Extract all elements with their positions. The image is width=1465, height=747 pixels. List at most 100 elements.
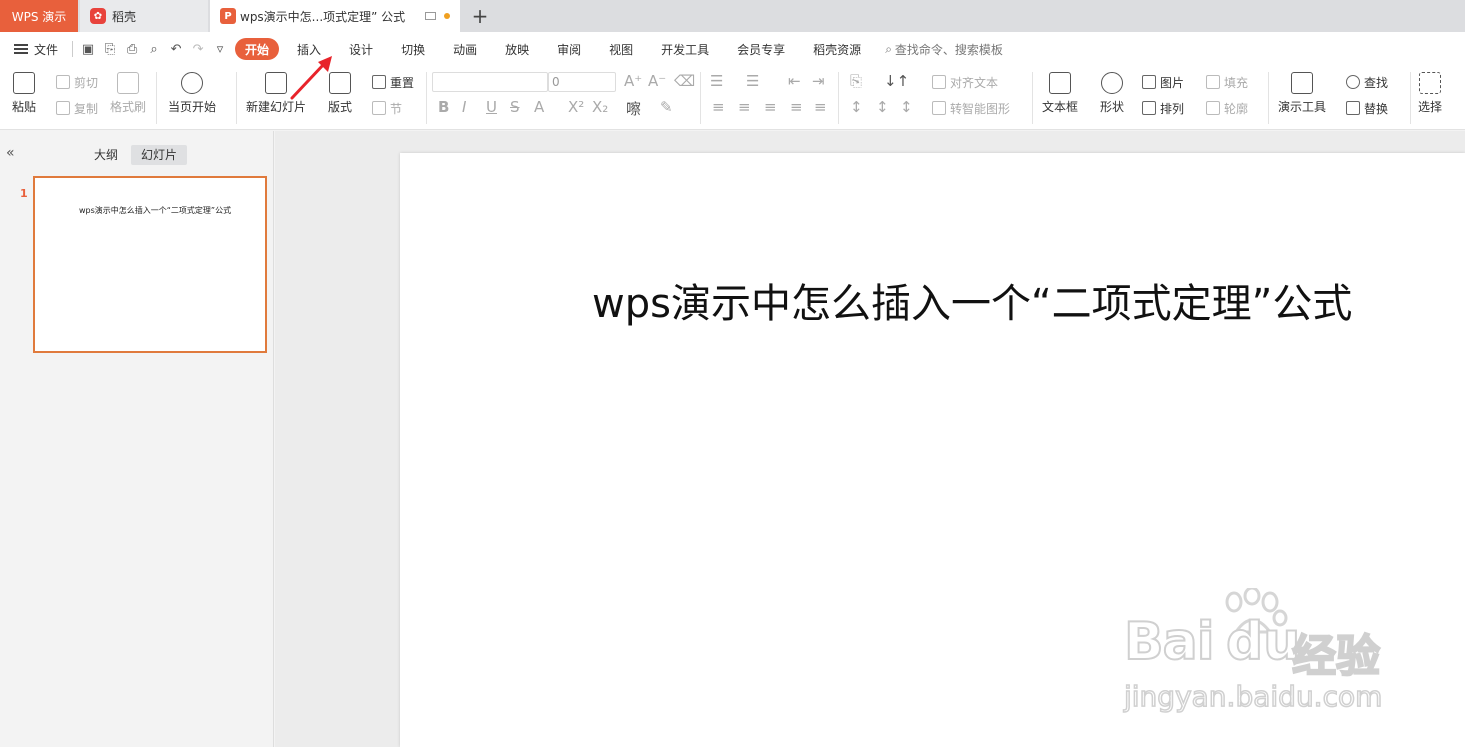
layout-button[interactable]: 版式	[328, 72, 352, 115]
tab-wps-app-label: WPS 演示	[11, 9, 67, 24]
find-button[interactable]: 查找	[1346, 72, 1388, 92]
format-painter-button[interactable]: 格式刷	[110, 72, 146, 115]
subscript-icon[interactable]: X₂	[592, 98, 608, 116]
collapse-panel-icon[interactable]: «	[6, 145, 15, 161]
redo-icon[interactable]: ↷	[187, 38, 209, 60]
tab-design[interactable]: 设计	[335, 38, 387, 60]
play-from-current-button[interactable]: 当页开始	[168, 72, 216, 115]
distributed-icon[interactable]: ≡	[814, 98, 827, 116]
tab-daoke[interactable]: ✿ 稻壳	[80, 0, 208, 32]
presentation-mode-icon[interactable]	[425, 12, 436, 20]
presentation-tools-label: 演示工具	[1278, 100, 1327, 114]
underline-icon[interactable]: U	[486, 98, 497, 116]
layers-icon	[1142, 101, 1156, 115]
save-icon[interactable]: ▣	[77, 38, 99, 60]
italic-icon[interactable]: I	[462, 98, 466, 116]
arrange-button[interactable]: 排列	[1142, 98, 1184, 118]
increase-font-icon[interactable]: A⁺	[624, 72, 642, 90]
superscript-icon[interactable]: X²	[568, 98, 584, 116]
tab-daoke-resources[interactable]: 稻壳资源	[799, 38, 875, 60]
text-direction-icon[interactable]: ⎘	[850, 72, 862, 90]
strikethrough-icon[interactable]: S	[510, 98, 520, 116]
file-menu-button[interactable]: 文件	[14, 41, 58, 58]
quick-access-dropdown-icon[interactable]: ▿	[209, 38, 231, 60]
new-slide-label: 新建幻灯片	[246, 100, 307, 114]
numbered-list-icon[interactable]: ☰	[746, 72, 759, 90]
tab-review[interactable]: 审阅	[543, 38, 595, 60]
tab-outline[interactable]: 大纲	[84, 145, 128, 165]
font-color-icon[interactable]: A	[534, 98, 544, 116]
tab-view[interactable]: 视图	[595, 38, 647, 60]
copy-button[interactable]: 复制	[56, 98, 98, 118]
align-center-icon[interactable]: ≡	[738, 98, 751, 116]
new-tab-button[interactable]: +	[460, 0, 500, 32]
slide-panel: « 大纲 幻灯片 1 wps演示中怎么插入一个“二项式定理”公式	[0, 131, 274, 747]
align-text-label: 对齐文本	[950, 75, 999, 90]
reset-icon	[372, 75, 386, 89]
font-family-select[interactable]	[432, 72, 548, 92]
eraser-icon[interactable]: ⌫	[674, 72, 695, 90]
tab-slides[interactable]: 幻灯片	[131, 145, 188, 165]
magnifier-icon	[1346, 75, 1360, 89]
print-preview-icon[interactable]: ⌕	[143, 38, 165, 60]
shape-button[interactable]: 形状	[1100, 72, 1124, 115]
tab-developer[interactable]: 开发工具	[647, 38, 723, 60]
outdent-icon[interactable]: ⇤	[788, 72, 801, 90]
align-left-icon[interactable]: ≡	[712, 98, 725, 116]
outline-button[interactable]: 轮廓	[1206, 98, 1248, 118]
slide-thumbnail[interactable]: wps演示中怎么插入一个“二项式定理”公式	[33, 176, 267, 353]
spacing-dropdown-icon[interactable]: ↕	[900, 98, 913, 116]
slide-title[interactable]: wps演示中怎么插入一个“二项式定理”公式	[592, 271, 1352, 329]
undo-icon[interactable]: ↶	[165, 38, 187, 60]
bullet-list-icon[interactable]: ☰	[710, 72, 723, 90]
divider	[1268, 72, 1269, 124]
tab-transition[interactable]: 切换	[387, 38, 439, 60]
export-icon[interactable]: ⎘	[99, 38, 121, 60]
presentation-file-icon: P	[220, 8, 236, 24]
tab-wps-app[interactable]: WPS 演示	[0, 0, 78, 32]
textbox-button[interactable]: 文本框	[1042, 72, 1078, 115]
tab-home[interactable]: 开始	[235, 38, 280, 60]
section-button[interactable]: 节	[372, 98, 402, 118]
reset-button[interactable]: 重置	[372, 72, 414, 92]
smart-art-button[interactable]: 转智能图形	[932, 98, 1010, 118]
divider	[1410, 72, 1411, 124]
command-search[interactable]: ⌕ 查找命令、搜索模板	[885, 41, 1003, 58]
play-from-current-label: 当页开始	[168, 100, 217, 114]
tab-insert[interactable]: 插入	[283, 38, 335, 60]
bold-icon[interactable]: B	[438, 98, 449, 116]
decrease-font-icon[interactable]: A⁻	[648, 72, 666, 90]
tab-document[interactable]: P wps演示中怎...项式定理” 公式	[210, 0, 460, 32]
textbox-label: 文本框	[1042, 100, 1079, 114]
align-right-icon[interactable]: ≡	[764, 98, 777, 116]
unsaved-dot-icon	[444, 13, 450, 19]
paragraph-spacing-icon[interactable]: ↕	[876, 98, 889, 116]
presentation-tools-button[interactable]: 演示工具	[1278, 72, 1326, 115]
watermark-cn: 经验	[1291, 630, 1381, 683]
line-spacing-icon[interactable]: ↕	[850, 98, 863, 116]
watermark-brand: Bai	[1123, 611, 1216, 673]
cut-button[interactable]: 剪切	[56, 72, 98, 92]
format-painter-label: 格式刷	[110, 100, 147, 114]
divider	[838, 72, 839, 124]
menu-bar: 文件 ▣ ⎘ ⎙ ⌕ ↶ ↷ ▿ 开始 插入 设计 切换 动画 放映 审阅 视图…	[0, 32, 1465, 66]
paste-button[interactable]: 粘贴	[12, 72, 36, 115]
justify-icon[interactable]: ≡	[790, 98, 803, 116]
font-size-select[interactable]: 0	[548, 72, 616, 92]
tab-animation[interactable]: 动画	[439, 38, 491, 60]
new-slide-button[interactable]: 新建幻灯片	[246, 72, 306, 115]
select-button[interactable]: 选择	[1418, 72, 1442, 115]
indent-icon[interactable]: ⇥	[812, 72, 825, 90]
divider	[236, 72, 237, 124]
phonetic-icon[interactable]: 嚓	[626, 98, 641, 119]
picture-button[interactable]: 图片	[1142, 72, 1184, 92]
fill-button[interactable]: 填充	[1206, 72, 1248, 92]
sort-icon[interactable]: ↓↑	[884, 72, 909, 90]
align-text-button[interactable]: 对齐文本	[932, 72, 998, 92]
highlight-icon[interactable]: ✎	[660, 98, 673, 116]
print-icon[interactable]: ⎙	[121, 38, 143, 60]
tab-slideshow[interactable]: 放映	[491, 38, 543, 60]
tab-member[interactable]: 会员专享	[723, 38, 799, 60]
outline-icon	[1206, 101, 1220, 115]
replace-button[interactable]: 替换	[1346, 98, 1388, 118]
